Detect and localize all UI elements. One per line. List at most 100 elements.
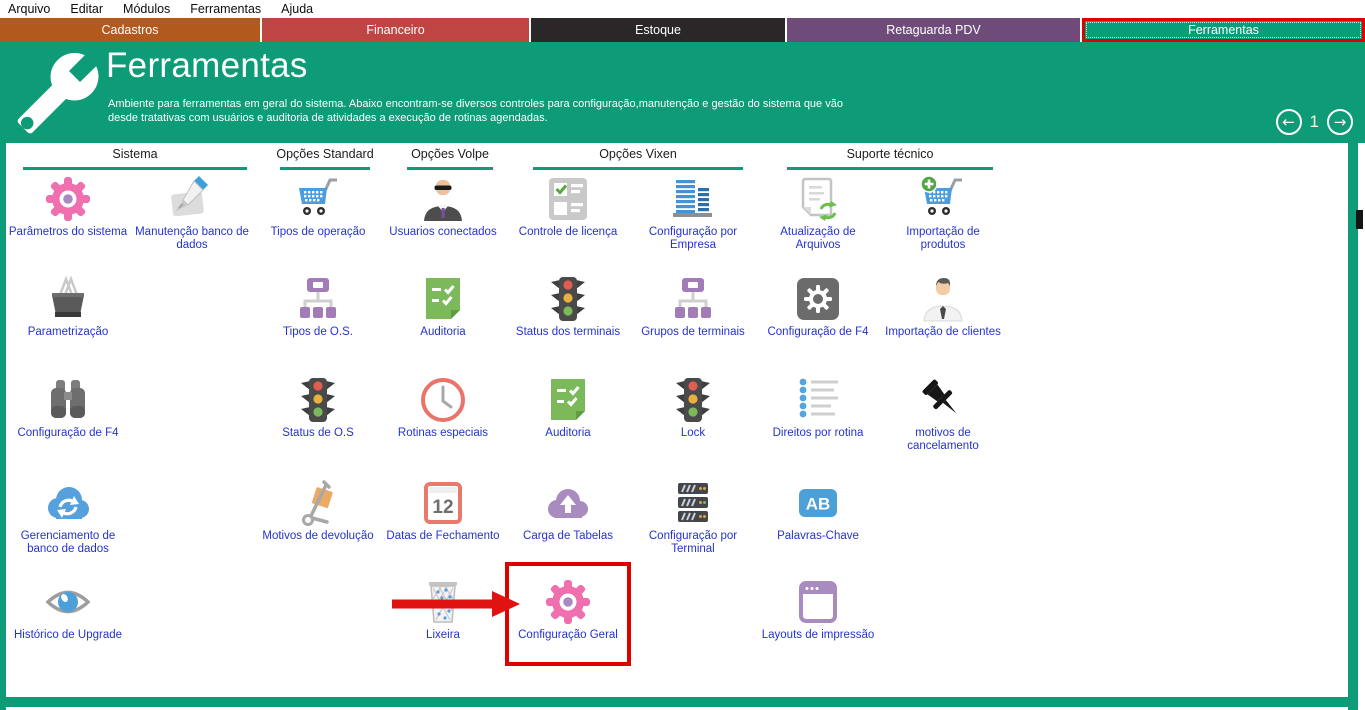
tile-tipos-de-operacao[interactable]: Tipos de operação — [258, 175, 378, 239]
clock-icon — [419, 376, 467, 424]
tile-manutencao-banco-de-dados[interactable]: Manutenção banco de dados — [132, 175, 252, 252]
menu-bar: Arquivo Editar Módulos Ferramentas Ajuda — [0, 0, 1365, 18]
traffic-light-icon — [544, 275, 592, 323]
menu-ferramentas[interactable]: Ferramentas — [190, 2, 261, 16]
tile-tipos-de-os[interactable]: Tipos de O.S. — [258, 275, 378, 339]
section-label: Sistema — [112, 147, 157, 161]
org-chart-icon — [669, 275, 717, 323]
tile-motivos-de-cancelamento[interactable]: motivos de cancelamento — [883, 376, 1003, 453]
tile-label: Carga de Tabelas — [508, 530, 628, 543]
tile-gerenciamento-de-banco-de-dados[interactable]: Gerenciamento de banco de dados — [8, 479, 128, 556]
tile-rotinas-especiais[interactable]: Rotinas especiais — [383, 376, 503, 440]
section-opcoes-standard: Opções Standard — [280, 147, 370, 161]
page-number: 1 — [1310, 112, 1319, 132]
tab-ferramentas[interactable]: Ferramentas — [1082, 18, 1365, 42]
tile-grupos-de-terminais[interactable]: Grupos de terminais — [633, 275, 753, 339]
section-suporte-tecnico: Suporte técnico — [787, 147, 993, 161]
tools-grid-panel: Sistema Opções Standard Opções Volpe Opç… — [0, 143, 1365, 710]
tile-label: Gerenciamento de banco de dados — [8, 530, 128, 556]
section-sistema: Sistema — [23, 147, 247, 161]
tile-datas-de-fechamento[interactable]: Datas de Fechamento — [383, 479, 503, 543]
note-checklist-icon — [419, 275, 467, 323]
menu-modulos[interactable]: Módulos — [123, 2, 170, 16]
tile-label: Importação de produtos — [883, 226, 1003, 252]
tile-label: Rotinas especiais — [383, 427, 503, 440]
next-page-button[interactable]: → — [1327, 109, 1353, 135]
tile-lock[interactable]: Lock — [633, 376, 753, 440]
tile-label: Lixeira — [383, 629, 503, 642]
tile-direitos-por-rotina[interactable]: Direitos por rotina — [758, 376, 878, 440]
tile-auditoria-volpe[interactable]: Auditoria — [383, 275, 503, 339]
app-window-icon — [794, 578, 842, 626]
tab-cadastros[interactable]: Cadastros — [0, 18, 260, 42]
traffic-light-icon — [669, 376, 717, 424]
tile-layouts-de-impressao[interactable]: Layouts de impressão — [758, 578, 878, 642]
tile-importacao-de-produtos[interactable]: Importação de produtos — [883, 175, 1003, 252]
module-tabs: Cadastros Financeiro Estoque Retaguarda … — [0, 18, 1365, 42]
tile-label: Direitos por rotina — [758, 427, 878, 440]
tile-status-de-os[interactable]: Status de O.S — [258, 376, 378, 440]
tab-financeiro[interactable]: Financeiro — [262, 18, 529, 42]
highlight-box-configuracao-geral — [505, 562, 631, 666]
wrench-icon — [14, 48, 102, 138]
traffic-light-icon — [294, 376, 342, 424]
tile-carga-de-tabelas[interactable]: Carga de Tabelas — [508, 479, 628, 543]
server-rack-icon — [669, 479, 717, 527]
page-title: Ferramentas — [106, 46, 308, 86]
calendar-icon — [419, 479, 467, 527]
tile-label: Status de O.S — [258, 427, 378, 440]
page-description: Ambiente para ferramentas em geral do si… — [108, 98, 843, 125]
tile-auditoria-vixen[interactable]: Auditoria — [508, 376, 628, 440]
tile-importacao-de-clientes[interactable]: Importação de clientes — [883, 275, 1003, 339]
tile-configuracao-por-empresa[interactable]: Configuração por Empresa — [633, 175, 753, 252]
tile-historico-de-upgrade[interactable]: Histórico de Upgrade — [8, 578, 128, 642]
tile-label: Auditoria — [383, 326, 503, 339]
org-chart-icon — [294, 275, 342, 323]
tab-label: Financeiro — [366, 23, 424, 37]
tile-label: Atualização de Arquivos — [758, 226, 878, 252]
section-underline — [23, 167, 247, 170]
menu-arquivo[interactable]: Arquivo — [8, 2, 50, 16]
section-label: Suporte técnico — [847, 147, 934, 161]
note-checklist-icon — [544, 376, 592, 424]
prev-page-button[interactable]: ← — [1276, 109, 1302, 135]
section-opcoes-vixen: Opções Vixen — [533, 147, 743, 161]
section-label: Opções Vixen — [599, 147, 677, 161]
tile-configuracao-por-terminal[interactable]: Configuração por Terminal — [633, 479, 753, 556]
tile-label: Auditoria — [508, 427, 628, 440]
tab-label: Ferramentas — [1188, 23, 1259, 37]
tile-usuarios-conectados[interactable]: Usuarios conectados — [383, 175, 503, 239]
tab-estoque[interactable]: Estoque — [531, 18, 785, 42]
section-underline — [280, 167, 370, 170]
cloud-upload-icon — [544, 479, 592, 527]
binder-clip-icon — [44, 275, 92, 323]
tile-parametrizacao[interactable]: Parametrização — [8, 275, 128, 339]
tile-configuracao-de-f4-vixen[interactable]: Configuração de F4 — [758, 275, 878, 339]
tile-label: Tipos de O.S. — [258, 326, 378, 339]
bullet-list-icon — [794, 376, 842, 424]
tile-parametros-do-sistema[interactable]: Parâmetros do sistema — [8, 175, 128, 239]
tile-configuracao-de-f4-sistema[interactable]: Configuração de F4 — [8, 376, 128, 440]
tile-controle-de-licenca[interactable]: Controle de licença — [508, 175, 628, 239]
arrow-right-icon: → — [1334, 115, 1347, 130]
user-sunglasses-icon — [419, 175, 467, 223]
menu-ajuda[interactable]: Ajuda — [281, 2, 313, 16]
cart-plus-icon — [919, 175, 967, 223]
tab-retaguarda-pdv[interactable]: Retaguarda PDV — [787, 18, 1080, 42]
red-arrow-annotation — [392, 591, 522, 617]
tile-atualizacao-de-arquivos[interactable]: Atualização de Arquivos — [758, 175, 878, 252]
section-underline — [407, 167, 493, 170]
tile-palavras-chave[interactable]: Palavras-Chave — [758, 479, 878, 543]
tile-motivos-de-devolucao[interactable]: Motivos de devolução — [258, 479, 378, 543]
cloud-sync-icon — [44, 479, 92, 527]
tab-label: Cadastros — [102, 23, 159, 37]
menu-editar[interactable]: Editar — [70, 2, 103, 16]
eye-icon — [44, 578, 92, 626]
tile-label: Palavras-Chave — [758, 530, 878, 543]
gear-pink-icon — [44, 175, 92, 223]
tile-status-dos-terminais[interactable]: Status dos terminais — [508, 275, 628, 339]
tile-label: Configuração por Empresa — [633, 226, 753, 252]
tile-label: Configuração de F4 — [758, 326, 878, 339]
tile-label: Configuração por Terminal — [633, 530, 753, 556]
shopping-cart-icon — [294, 175, 342, 223]
